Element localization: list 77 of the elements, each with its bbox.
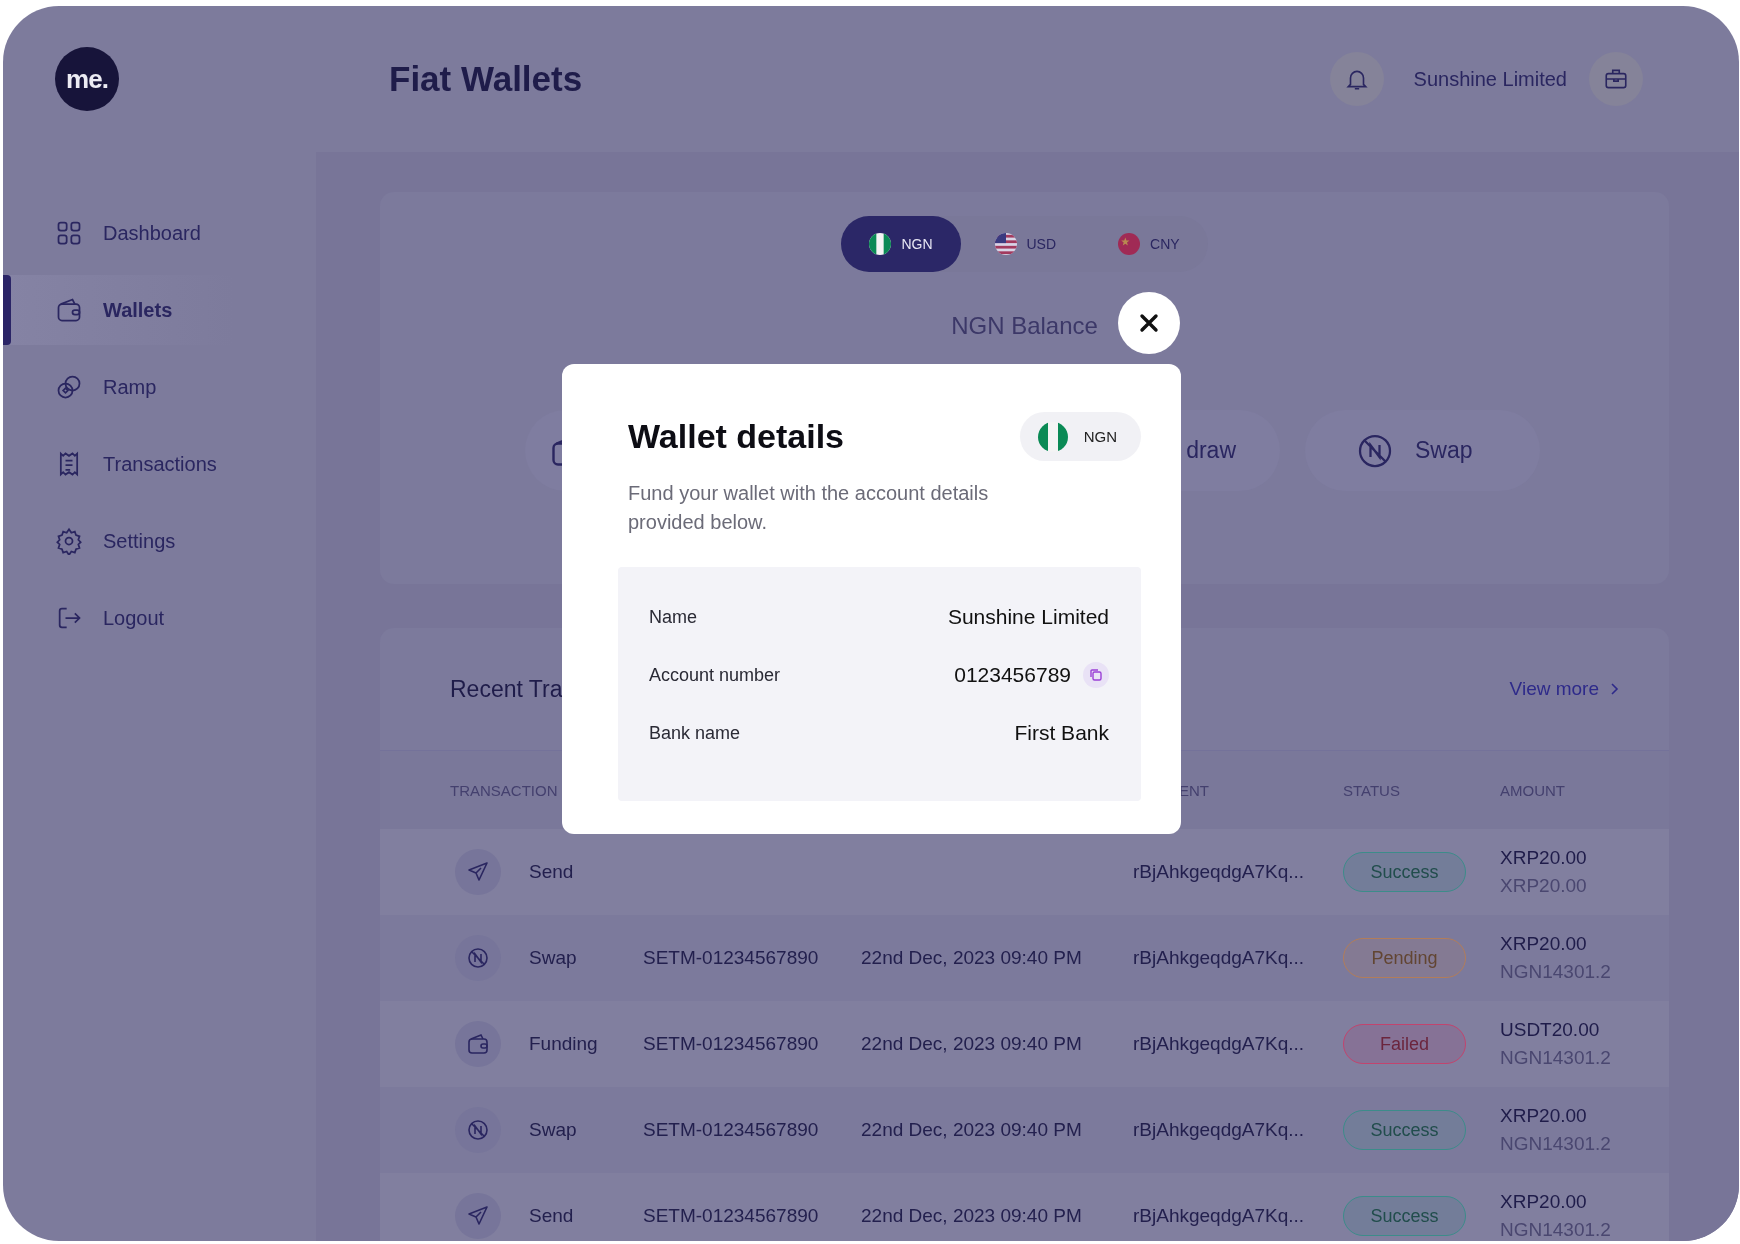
table-cell-text: Funding (529, 1033, 599, 1055)
chevron-icon (1609, 682, 1619, 696)
converted-amount: NGN14301.2 (1500, 1219, 1612, 1241)
table-cell-text: Swap (529, 947, 578, 969)
sidebar-item[interactable]: Settings (3, 506, 233, 576)
status-badge: Success (1343, 852, 1466, 892)
sidebar-item[interactable]: Logout (3, 583, 233, 653)
sidebar-item[interactable]: Dashboard (3, 198, 233, 268)
currency-code: NGN (1083, 428, 1117, 445)
close-icon (1137, 311, 1161, 335)
column-header: TRANSACTION (450, 781, 558, 799)
table-cell: SETM-01234567890 (643, 1205, 819, 1226)
table-cell-text: Swap (529, 1119, 578, 1141)
detail-label: Name (649, 606, 697, 628)
sidebar-item[interactable]: Transactions (3, 429, 233, 499)
paper-plane-icon (466, 860, 490, 884)
flag-icon (1118, 233, 1141, 255)
flag-icon (1037, 421, 1068, 452)
table-cell: 22nd Dec, 2023 09:40 PM (861, 1033, 1082, 1054)
detail-label: Bank name (649, 722, 741, 744)
paper-plane-icon (466, 1204, 490, 1228)
status-badge: Success (1343, 1110, 1466, 1150)
status-badge: Failed (1343, 1024, 1466, 1064)
wallet-icon (466, 1032, 490, 1056)
page-title: Fiat Wallets (389, 59, 584, 99)
amount: XRP20.00 (1500, 1191, 1588, 1213)
view-more-link[interactable]: View more (1509, 678, 1619, 700)
detail-value: Sunshine Limited (947, 605, 1109, 629)
amount: XRP20.00 (1500, 1105, 1588, 1127)
settings-icon (55, 527, 83, 555)
section-title: Recent Tra (450, 675, 563, 703)
table-cell-text: rBjAhkgeqdgA7Kq... (1133, 861, 1306, 883)
table-cell-text: rBjAhkgeqdgA7Kq... (1133, 1119, 1306, 1141)
amount: USDT20.00 (1500, 1019, 1601, 1041)
status-badge: Pending (1343, 938, 1466, 978)
logo[interactable]: me. (55, 47, 119, 111)
column-header: AMOUNT (1500, 781, 1566, 799)
table-cell: 22nd Dec, 2023 09:40 PM (861, 1119, 1082, 1140)
flag-icon (994, 233, 1017, 255)
detail-value: First Bank (1014, 721, 1109, 745)
table-cell: SETM-01234567890 (643, 1033, 819, 1054)
swap-icon (1357, 432, 1393, 469)
copy-icon (1088, 667, 1104, 683)
table-cell-text: Send (529, 1205, 575, 1227)
swap-icon (466, 946, 490, 970)
sidebar-item[interactable]: Ramp (3, 352, 233, 422)
detail-label: Account number (649, 664, 781, 686)
dialog-description: Fund your wallet with the account details provided below. (628, 481, 990, 535)
table-cell-text: rBjAhkgeqdgA7Kq... (1133, 1205, 1306, 1227)
table-cell-text: rBjAhkgeqdgA7Kq... (1133, 947, 1306, 969)
currency-tab[interactable]: USD (966, 216, 1085, 272)
flag-icon (869, 233, 892, 255)
currency-tab[interactable]: NGN (841, 216, 961, 272)
coins-icon (55, 373, 83, 401)
table-cell-text: Send (529, 861, 575, 883)
column-header: STATUS (1343, 781, 1401, 799)
currency-tab[interactable]: CNY (1090, 216, 1208, 272)
amount: XRP20.00 (1500, 847, 1588, 869)
action-button[interactable]: Swap (1305, 410, 1540, 491)
balance-label: NGN Balance (951, 312, 1098, 340)
copy-button[interactable] (1083, 662, 1109, 688)
grid-icon (55, 219, 83, 247)
status-badge: Success (1343, 1196, 1466, 1236)
amount: XRP20.00 (1500, 933, 1588, 955)
converted-amount: NGN14301.2 (1500, 1047, 1612, 1069)
table-cell: 22nd Dec, 2023 09:40 PM (861, 947, 1082, 968)
wallet-icon (55, 296, 83, 324)
active-indicator (3, 275, 11, 345)
table-cell-text: rBjAhkgeqdgA7Kq... (1133, 1033, 1306, 1055)
converted-amount: XRP20.00 (1500, 875, 1588, 897)
detail-value: 0123456789 (954, 663, 1071, 687)
table-cell: SETM-01234567890 (643, 947, 819, 968)
table-cell: 22nd Dec, 2023 09:40 PM (861, 1205, 1082, 1226)
swap-icon (466, 1118, 490, 1142)
table-cell: SETM-01234567890 (643, 1119, 819, 1140)
account-name[interactable]: Sunshine Limited (1413, 67, 1567, 91)
dialog-title: Wallet details (628, 417, 845, 456)
